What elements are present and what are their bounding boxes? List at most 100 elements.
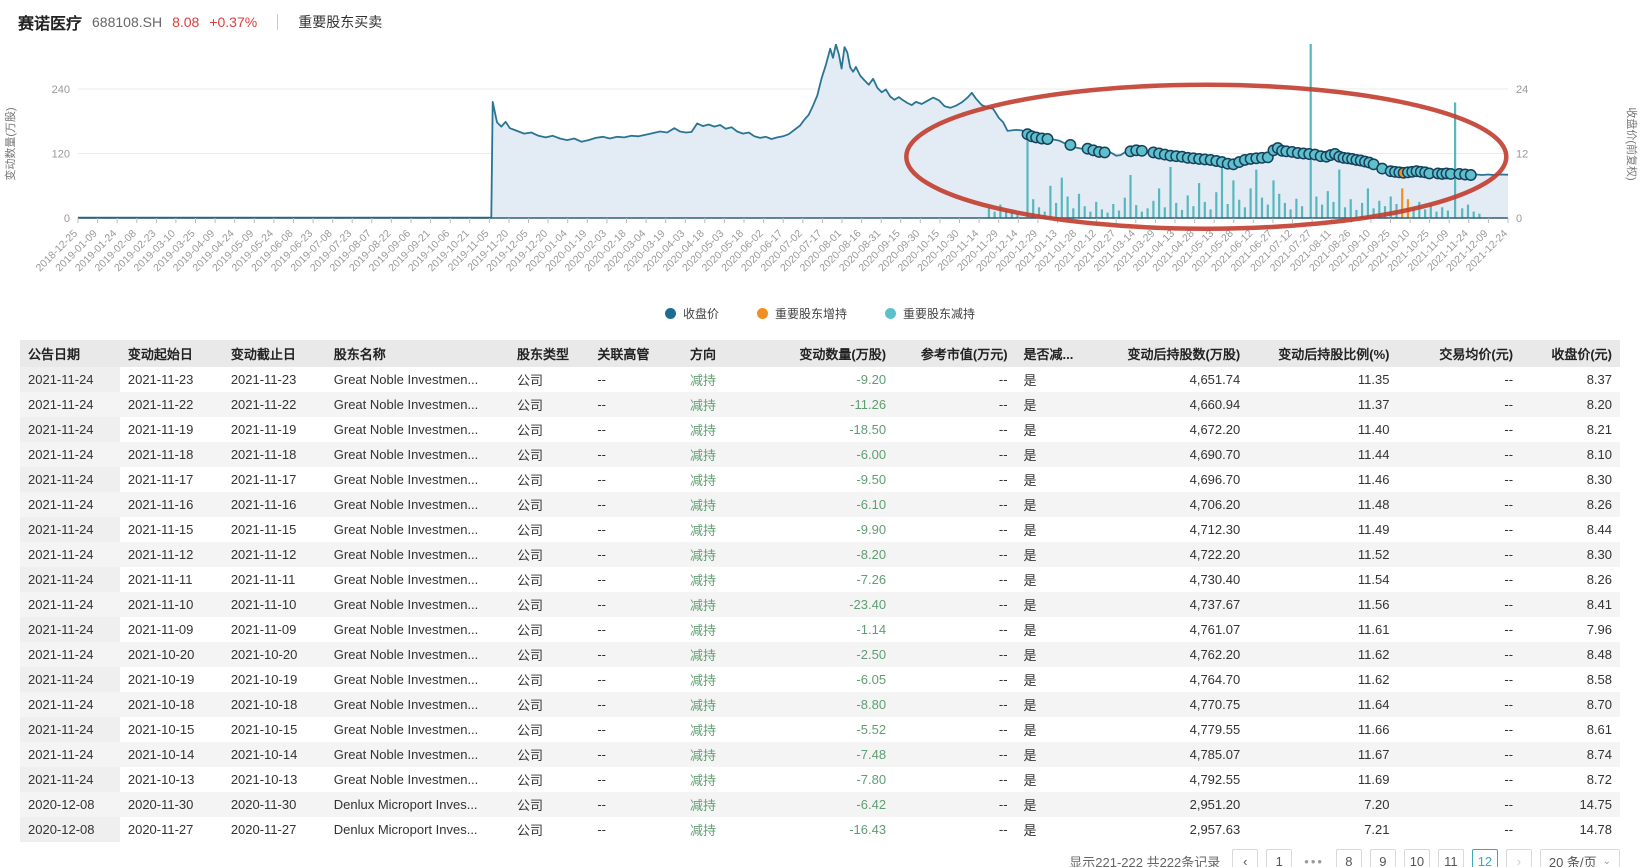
- volume-bar: [1078, 194, 1080, 218]
- table-cell: 公司: [509, 467, 589, 492]
- table-cell: 2021-10-14: [223, 742, 326, 767]
- table-cell: 公司: [509, 742, 589, 767]
- volume-bar: [1361, 203, 1363, 218]
- table-cell: Great Noble Investmen...: [326, 542, 509, 567]
- table-cell: --: [1398, 367, 1522, 392]
- table-cell: 2021-11-17: [120, 467, 223, 492]
- table-cell: 是: [1016, 617, 1094, 642]
- table-row: 2021-11-242021-11-112021-11-11Great Nobl…: [20, 567, 1620, 592]
- table-cell: 是: [1016, 392, 1094, 417]
- legend-item-1[interactable]: 重要股东增持: [757, 305, 847, 322]
- holder-trade-point[interactable]: [1137, 146, 1147, 156]
- table-cell: 4,785.07: [1094, 742, 1248, 767]
- page-button-8[interactable]: 8: [1336, 849, 1362, 867]
- page-button-12[interactable]: 12: [1472, 849, 1498, 867]
- table-cell: 8.74: [1521, 742, 1620, 767]
- table-cell: 4,651.74: [1094, 367, 1248, 392]
- table-cell: 8.26: [1521, 567, 1620, 592]
- page-button-11[interactable]: 11: [1438, 849, 1464, 867]
- table-cell: --: [1398, 617, 1522, 642]
- table-cell: 4,779.55: [1094, 717, 1248, 742]
- table-row: 2021-11-242021-11-162021-11-16Great Nobl…: [20, 492, 1620, 517]
- table-cell: 8.48: [1521, 642, 1620, 667]
- prev-button[interactable]: ‹: [1232, 849, 1258, 867]
- page-button-10[interactable]: 10: [1404, 849, 1430, 867]
- table-cell: --: [1398, 442, 1522, 467]
- table-cell: 是: [1016, 492, 1094, 517]
- volume-bar: [1315, 197, 1317, 219]
- table-cell: --: [1398, 492, 1522, 517]
- table-cell: 是: [1016, 467, 1094, 492]
- tab-important-holder-trades[interactable]: 重要股东买卖: [298, 12, 382, 32]
- volume-bar: [1101, 209, 1103, 218]
- volume-bar: [1061, 178, 1063, 218]
- volume-bar: [1244, 207, 1246, 218]
- table-cell: --: [589, 542, 682, 567]
- table-cell: --: [894, 392, 1015, 417]
- table-cell: 2021-11-24: [20, 442, 120, 467]
- holder-trade-point[interactable]: [1100, 147, 1110, 157]
- volume-bar: [1181, 210, 1183, 218]
- table-cell: 是: [1016, 367, 1094, 392]
- table-cell: 2021-11-24: [20, 467, 120, 492]
- table-cell: 减持: [682, 542, 781, 567]
- table-cell: 减持: [682, 517, 781, 542]
- table-cell: --: [1398, 467, 1522, 492]
- table-cell: 11.54: [1248, 567, 1397, 592]
- table-cell: 2,957.63: [1094, 817, 1248, 842]
- table-cell: 8.70: [1521, 692, 1620, 717]
- holder-trade-point[interactable]: [1042, 134, 1052, 144]
- legend-dot-icon: [885, 308, 896, 319]
- table-cell: -7.80: [781, 767, 894, 792]
- right-axis-tick: 12: [1516, 149, 1528, 161]
- table-cell: 2021-11-24: [20, 367, 120, 392]
- volume-bar: [1169, 167, 1171, 218]
- stock-change: +0.37%: [209, 14, 257, 30]
- table-cell: 2021-11-22: [223, 392, 326, 417]
- volume-bar: [1215, 192, 1217, 218]
- table-cell: --: [1398, 567, 1522, 592]
- legend-item-0[interactable]: 收盘价: [665, 305, 719, 322]
- table-cell: 11.69: [1248, 767, 1397, 792]
- table-cell: -9.50: [781, 467, 894, 492]
- page-button-1[interactable]: 1: [1266, 849, 1292, 867]
- table-cell: 公司: [509, 792, 589, 817]
- stock-chart-canvas[interactable]: 0012012240242018-12-252019-01-092019-01-…: [0, 44, 1640, 296]
- volume-bar: [1344, 207, 1346, 218]
- holder-trade-point[interactable]: [1466, 170, 1476, 180]
- pagination-bar: 显示221-222 共222条记录 ‹1•••89101112› 20 条/页 …: [0, 842, 1640, 867]
- volume-bar: [1067, 197, 1069, 219]
- table-cell: 2021-11-24: [20, 592, 120, 617]
- table-row: 2021-11-242021-11-092021-11-09Great Nobl…: [20, 617, 1620, 642]
- volume-bar: [1198, 183, 1200, 218]
- table-cell: -9.20: [781, 367, 894, 392]
- volume-bar: [1152, 201, 1154, 218]
- table-cell: 7.20: [1248, 792, 1397, 817]
- table-cell: -9.90: [781, 517, 894, 542]
- table-cell: 是: [1016, 642, 1094, 667]
- page-size-select[interactable]: 20 条/页 ⌄: [1540, 849, 1620, 867]
- legend-item-2[interactable]: 重要股东减持: [885, 305, 975, 322]
- table-cell: 2021-10-13: [120, 767, 223, 792]
- table-cell: 2020-11-27: [223, 817, 326, 842]
- table-cell: --: [894, 717, 1015, 742]
- table-cell: 2021-11-23: [120, 367, 223, 392]
- table-cell: Great Noble Investmen...: [326, 417, 509, 442]
- table-cell: 8.20: [1521, 392, 1620, 417]
- volume-bar: [1158, 188, 1160, 218]
- table-cell: --: [894, 442, 1015, 467]
- table-cell: 减持: [682, 667, 781, 692]
- table-cell: 2021-11-15: [223, 517, 326, 542]
- table-cell: 14.75: [1521, 792, 1620, 817]
- table-cell: 7.96: [1521, 617, 1620, 642]
- holder-trade-point[interactable]: [1065, 140, 1075, 150]
- table-cell: 2020-11-27: [120, 817, 223, 842]
- page-button-9[interactable]: 9: [1370, 849, 1396, 867]
- table-row: 2021-11-242021-10-182021-10-18Great Nobl…: [20, 692, 1620, 717]
- table-cell: --: [1398, 692, 1522, 717]
- table-cell: 减持: [682, 592, 781, 617]
- legend-dot-icon: [757, 308, 768, 319]
- column-header: 参考市值(万元): [894, 340, 1015, 367]
- table-cell: --: [589, 567, 682, 592]
- table-cell: 11.62: [1248, 667, 1397, 692]
